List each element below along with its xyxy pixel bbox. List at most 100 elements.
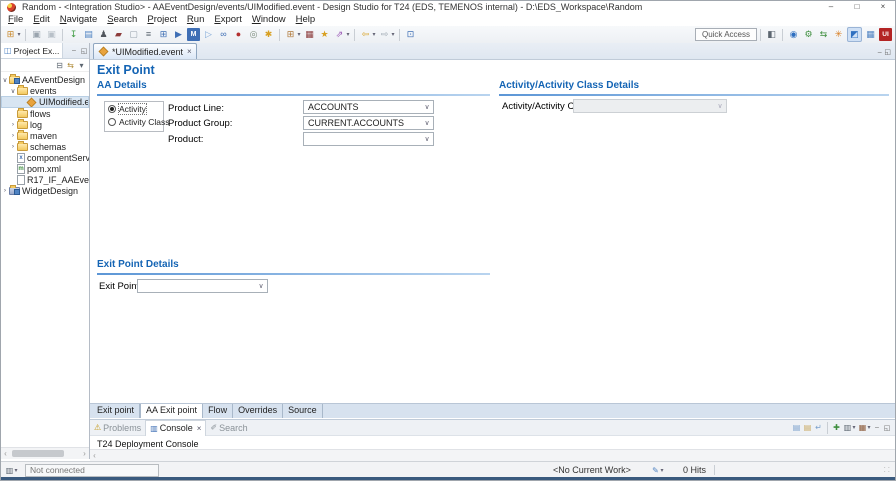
menu-export[interactable]: Export <box>209 14 246 26</box>
run-icon[interactable]: ▶ <box>172 28 185 41</box>
t24-perspective-badge[interactable]: UI <box>879 28 892 41</box>
file-icon[interactable]: ▢ <box>127 28 140 41</box>
maximize-view-icon[interactable]: ◱ <box>882 424 892 432</box>
chevron-down-icon[interactable]: ∨ <box>255 282 267 290</box>
back-dropdown-icon[interactable]: ▾ <box>371 31 377 38</box>
collapse-all-icon[interactable]: ⊟ <box>54 60 65 71</box>
new-file-icon[interactable]: ▤ <box>82 28 95 41</box>
tree-item-events[interactable]: ∨ events <box>1 85 89 96</box>
chevron-down-icon[interactable]: ∨ <box>421 103 433 111</box>
tree-item-aaeventdesign[interactable]: ∨ AAEventDesign <box>1 74 89 85</box>
connection-dropdown-icon[interactable]: ▾ <box>13 467 19 474</box>
tab-source[interactable]: Source <box>283 404 323 418</box>
menu-search[interactable]: Search <box>102 14 142 26</box>
tab-exit-point[interactable]: Exit point <box>92 404 140 418</box>
expand-icon[interactable]: ∨ <box>9 87 17 95</box>
star-icon[interactable]: ★ <box>318 28 331 41</box>
new-project-dropdown-icon[interactable]: ▾ <box>296 31 302 38</box>
globe-icon[interactable]: ◎ <box>247 28 260 41</box>
maximize-view-icon[interactable]: ◱ <box>79 47 89 55</box>
progress-dropdown-icon[interactable]: ▾ <box>659 467 665 474</box>
gear-perspective-icon[interactable]: ⚙ <box>802 28 815 41</box>
activity-radio[interactable] <box>108 105 116 113</box>
save-all-icon[interactable]: ▣ <box>45 28 58 41</box>
record-icon[interactable]: ● <box>232 28 245 41</box>
grid-perspective-icon[interactable]: ▦ <box>864 28 877 41</box>
tab-project-explorer[interactable]: ◫ Project Ex... <box>1 43 63 58</box>
radio-row-activity-class[interactable]: Activity Class <box>105 115 163 128</box>
table-icon[interactable]: ⊞ <box>157 28 170 41</box>
new-console-icon[interactable]: ✚ <box>831 422 842 433</box>
design-perspective-icon[interactable]: ◩ <box>847 27 862 42</box>
expand-icon[interactable]: › <box>9 132 17 139</box>
product-group-select[interactable]: CURRENT.ACCOUNTS ∨ <box>303 116 434 130</box>
monitor-icon[interactable]: ▰ <box>112 28 125 41</box>
menu-navigate[interactable]: Navigate <box>55 14 103 26</box>
tree-item-widgetdesign[interactable]: › WidgetDesign <box>1 185 89 196</box>
resize-grip[interactable]: ⁚ ⁚ <box>884 466 890 474</box>
tab-overrides[interactable]: Overrides <box>233 404 283 418</box>
show-stdout-icon[interactable]: ▤ <box>791 422 802 433</box>
new-wizard-dropdown-icon[interactable]: ▾ <box>16 31 22 38</box>
tree-item-uimodified-event[interactable]: UIModified.event <box>1 96 89 108</box>
tab-console[interactable]: ▥ Console × <box>145 420 206 436</box>
tree-item-schemas[interactable]: › schemas <box>1 141 89 152</box>
menu-file[interactable]: File <box>3 14 28 26</box>
scroll-thumb[interactable] <box>12 450 64 457</box>
tree-item-flows[interactable]: flows <box>1 108 89 119</box>
minimize-view-icon[interactable]: – <box>69 47 79 54</box>
menu-help[interactable]: Help <box>291 14 321 26</box>
tree-item-r17-if-aaeventde[interactable]: R17_IF_AAEventDe <box>1 174 89 185</box>
scroll-right-icon[interactable]: › <box>80 449 89 458</box>
tree-item-log[interactable]: › log <box>1 119 89 130</box>
expand-icon[interactable]: ∨ <box>1 76 9 84</box>
chevron-down-icon[interactable]: ∨ <box>421 135 433 143</box>
save-icon[interactable]: ▣ <box>30 28 43 41</box>
tab-flow[interactable]: Flow <box>203 404 233 418</box>
tab-aa-exit-point[interactable]: AA Exit point <box>140 404 203 418</box>
menu-edit[interactable]: Edit <box>28 14 54 26</box>
tab-uimodified-event[interactable]: *UIModified.event × <box>93 43 197 59</box>
expand-icon[interactable]: › <box>9 143 17 150</box>
forward-dropdown-icon[interactable]: ▾ <box>390 31 396 38</box>
wand-dropdown-icon[interactable]: ▾ <box>345 31 351 38</box>
link-editor-icon[interactable]: ⇆ <box>65 60 76 71</box>
expand-icon[interactable]: › <box>1 187 9 194</box>
quick-access-input[interactable]: Quick Access <box>695 28 757 41</box>
import-icon[interactable]: ↧ <box>67 28 80 41</box>
window-maximize-icon[interactable]: □ <box>844 0 870 14</box>
tab-search[interactable]: ✐ Search <box>206 420 251 435</box>
outline-icon[interactable]: ≡ <box>142 28 155 41</box>
scroll-left-icon[interactable]: ‹ <box>90 451 99 460</box>
minimize-view-icon[interactable]: – <box>872 424 882 431</box>
activity-radio-label[interactable]: Activity <box>119 104 146 114</box>
window-close-icon[interactable]: × <box>870 0 896 14</box>
play-icon[interactable]: ▷ <box>202 28 215 41</box>
maximize-view-icon[interactable]: ◱ <box>884 49 891 56</box>
sync-perspective-icon[interactable]: ⇆ <box>817 28 830 41</box>
explorer-hscrollbar[interactable]: ‹ › <box>1 447 89 459</box>
open-perspective-icon[interactable]: ◧ <box>765 28 778 41</box>
exit-point-select[interactable]: ∨ <box>137 279 268 293</box>
tafj-badge-icon[interactable]: M <box>187 28 200 41</box>
tree-item-maven[interactable]: › maven <box>1 130 89 141</box>
menu-window[interactable]: Window <box>247 14 291 26</box>
show-stderr-icon[interactable]: ▤ <box>802 422 813 433</box>
radio-row-activity[interactable]: Activity <box>105 102 163 115</box>
product-line-select[interactable]: ACCOUNTS ∨ <box>303 100 434 114</box>
activity-class-radio[interactable] <box>108 118 116 126</box>
tab-close-icon[interactable]: × <box>187 47 192 56</box>
word-wrap-icon[interactable]: ↵ <box>813 422 824 433</box>
network-perspective-icon[interactable]: ✳ <box>832 28 845 41</box>
lamp-icon[interactable]: ✱ <box>262 28 275 41</box>
web-perspective-icon[interactable]: ◉ <box>787 28 800 41</box>
grid-red-icon[interactable]: ▦ <box>303 28 316 41</box>
expand-icon[interactable]: › <box>9 121 17 128</box>
link-icon[interactable]: ∞ <box>217 28 230 41</box>
tree-item-componentservice[interactable]: x componentService <box>1 152 89 163</box>
user-icon[interactable]: ♟ <box>97 28 110 41</box>
menu-project[interactable]: Project <box>142 14 182 26</box>
menu-run[interactable]: Run <box>182 14 209 26</box>
tab-close-icon[interactable]: × <box>197 424 202 433</box>
tab-problems[interactable]: ⚠ Problems <box>90 420 145 435</box>
